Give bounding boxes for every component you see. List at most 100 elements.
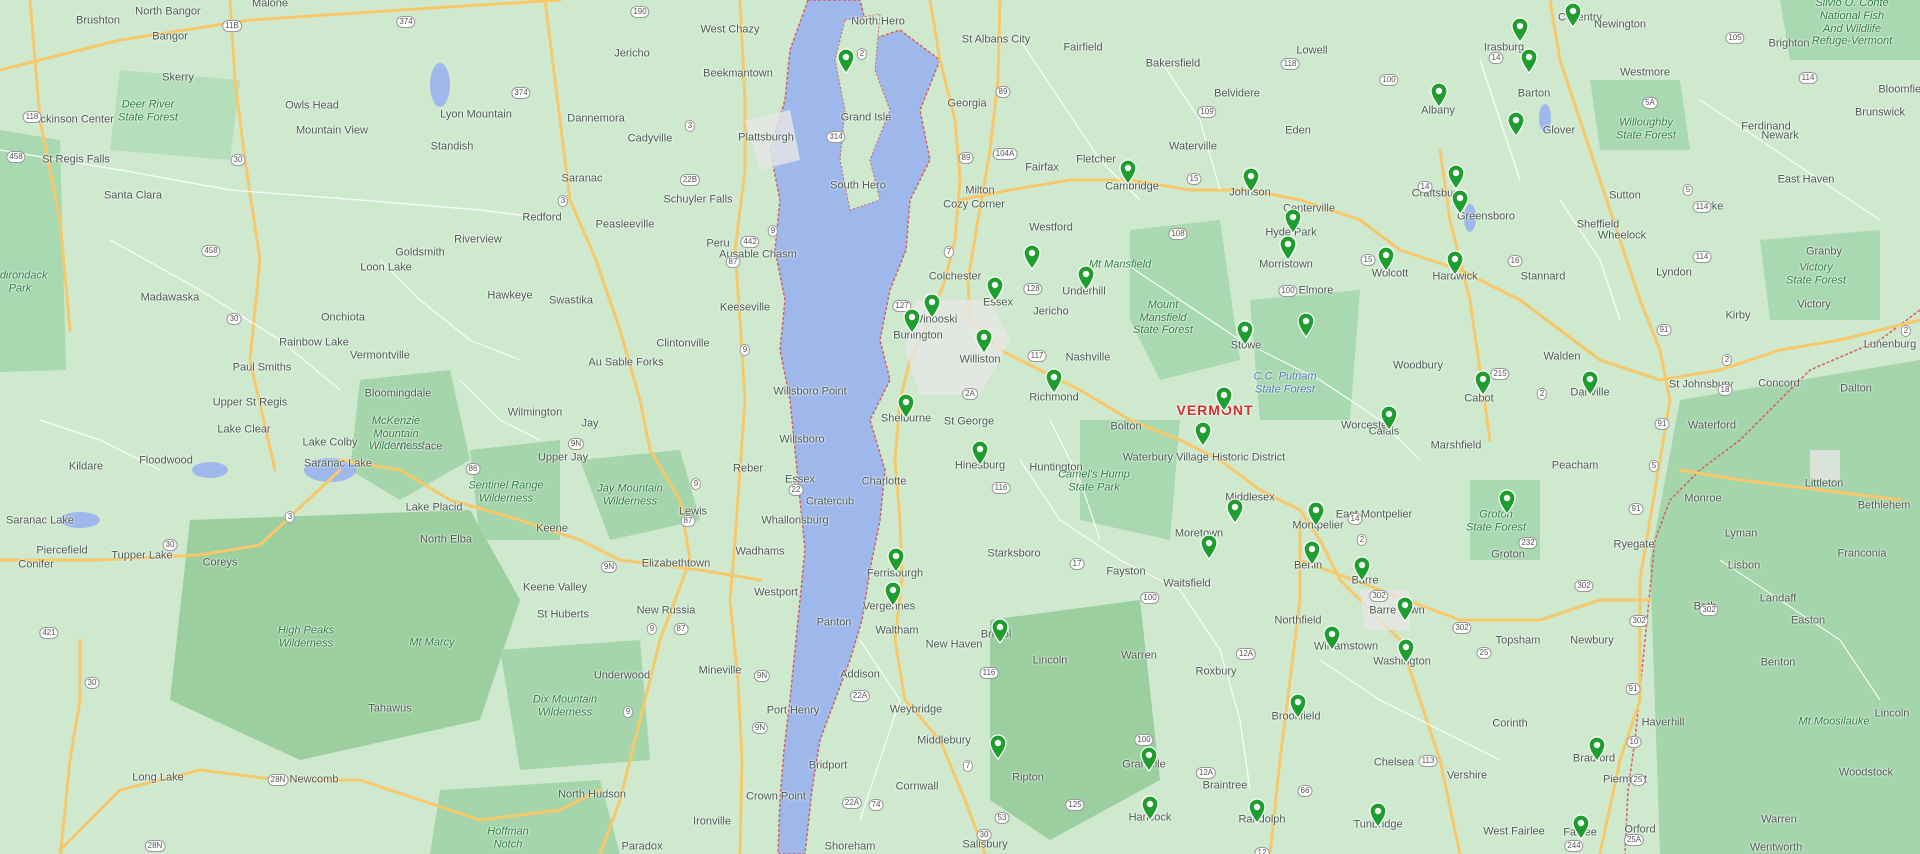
- route-shield[interactable]: 28N: [144, 840, 166, 852]
- location-pin-icon[interactable]: [1446, 250, 1464, 276]
- town-label[interactable]: Whallonsburg: [761, 515, 828, 527]
- town-label[interactable]: Jericho: [1033, 306, 1068, 318]
- town-label[interactable]: South Hero: [830, 180, 886, 192]
- location-pin-icon[interactable]: [1242, 167, 1260, 193]
- town-label[interactable]: Woodstock: [1839, 767, 1893, 779]
- town-label[interactable]: St Albans City: [962, 34, 1030, 46]
- town-label[interactable]: Bloomingdale: [365, 388, 432, 400]
- town-label[interactable]: Mineville: [699, 665, 742, 677]
- town-label[interactable]: Elmore: [1299, 285, 1334, 297]
- route-shield[interactable]: 100: [1140, 592, 1160, 604]
- town-label[interactable]: Fairfield: [1063, 42, 1102, 54]
- route-shield[interactable]: 66: [1297, 785, 1313, 797]
- town-label[interactable]: Lyon Mountain: [440, 109, 512, 121]
- map-canvas[interactable]: Brushton North Bangor Malone Bangor Skerry Ow…: [0, 0, 1920, 854]
- town-label[interactable]: Westmore: [1620, 67, 1670, 79]
- route-shield[interactable]: 91: [1656, 324, 1672, 336]
- town-label[interactable]: Cadyville: [628, 133, 673, 145]
- town-label[interactable]: Lincoln: [1033, 655, 1068, 667]
- town-label[interactable]: Paul Smiths: [233, 362, 292, 374]
- town-label[interactable]: Eden: [1285, 125, 1311, 137]
- route-shield[interactable]: 18: [1717, 384, 1733, 396]
- route-shield[interactable]: 117: [1027, 350, 1047, 362]
- town-label[interactable]: Lisbon: [1728, 560, 1760, 572]
- town-label[interactable]: Owls Head: [285, 100, 339, 112]
- town-label[interactable]: Lake Placid: [406, 502, 463, 514]
- town-label[interactable]: Vermontville: [350, 350, 410, 362]
- town-label[interactable]: Richmond: [1029, 392, 1079, 404]
- town-label[interactable]: Middlebury: [917, 735, 971, 747]
- town-label[interactable]: Jay: [581, 418, 598, 430]
- route-shield[interactable]: 114: [1692, 201, 1712, 213]
- town-label[interactable]: Wilmington: [508, 407, 562, 419]
- town-label[interactable]: Bridport: [809, 760, 848, 772]
- town-label[interactable]: Georgia: [947, 98, 986, 110]
- location-pin-icon[interactable]: [1507, 111, 1525, 137]
- town-label[interactable]: Beekmantown: [703, 68, 773, 80]
- town-label[interactable]: Williston: [960, 354, 1001, 366]
- route-shield[interactable]: 302: [1699, 604, 1719, 616]
- town-label[interactable]: Willsboro: [779, 434, 824, 446]
- town-label[interactable]: Westford: [1029, 222, 1073, 234]
- town-label[interactable]: Goldsmith: [395, 247, 445, 259]
- town-label[interactable]: Newbury: [1570, 635, 1613, 647]
- town-label[interactable]: St George: [944, 416, 994, 428]
- route-shield[interactable]: 28N: [267, 774, 289, 786]
- town-label[interactable]: Saranac: [562, 173, 603, 185]
- town-label[interactable]: St Regis Falls: [42, 154, 110, 166]
- town-label[interactable]: Standish: [431, 141, 474, 153]
- town-label[interactable]: Lyndon: [1656, 267, 1692, 279]
- town-label[interactable]: Keeseville: [720, 302, 770, 314]
- route-shield[interactable]: 9N: [753, 670, 771, 682]
- location-pin-icon[interactable]: [1248, 798, 1266, 824]
- town-label[interactable]: Corinth: [1492, 718, 1527, 730]
- town-label[interactable]: Warren: [1761, 814, 1797, 826]
- town-label[interactable]: Lake Colby: [302, 437, 357, 449]
- route-shield[interactable]: 91: [1625, 683, 1641, 695]
- town-label[interactable]: Skerry: [162, 72, 194, 84]
- town-label[interactable]: Walden: [1544, 351, 1581, 363]
- location-pin-icon[interactable]: [1397, 638, 1415, 664]
- town-label[interactable]: Glover: [1543, 125, 1575, 137]
- town-label[interactable]: Concord: [1758, 378, 1800, 390]
- town-label[interactable]: Ripton: [1012, 772, 1044, 784]
- location-pin-icon[interactable]: [1297, 312, 1315, 338]
- town-label[interactable]: Franconia: [1838, 548, 1887, 560]
- town-label[interactable]: Irasburg: [1484, 42, 1524, 54]
- town-label[interactable]: Morristown: [1259, 259, 1313, 271]
- town-label[interactable]: Keene Valley: [523, 582, 587, 594]
- town-label[interactable]: Rainbow Lake: [279, 337, 349, 349]
- town-label[interactable]: Clintonville: [656, 338, 709, 350]
- route-shield[interactable]: 74: [868, 799, 884, 811]
- town-label[interactable]: Barton: [1518, 88, 1550, 100]
- route-shield[interactable]: 9N: [751, 722, 769, 734]
- location-pin-icon[interactable]: [1511, 17, 1529, 43]
- location-pin-icon[interactable]: [1588, 736, 1606, 762]
- town-label[interactable]: Ferdinand: [1741, 121, 1791, 133]
- route-shield[interactable]: 14: [1417, 181, 1433, 193]
- location-pin-icon[interactable]: [1430, 82, 1448, 108]
- location-pin-icon[interactable]: [1289, 693, 1307, 719]
- route-shield[interactable]: 15: [1360, 254, 1376, 266]
- location-pin-icon[interactable]: [1380, 405, 1398, 431]
- town-label[interactable]: Piercefield: [36, 545, 87, 557]
- town-label[interactable]: Charlotte: [862, 476, 907, 488]
- route-shield[interactable]: 118: [1280, 58, 1300, 70]
- town-label[interactable]: Cornwall: [896, 781, 939, 793]
- town-label[interactable]: St Huberts: [537, 609, 589, 621]
- town-label[interactable]: Weybridge: [890, 704, 942, 716]
- town-label[interactable]: Vershire: [1447, 770, 1487, 782]
- route-shield[interactable]: 87: [673, 623, 689, 635]
- route-shield[interactable]: 15: [1186, 173, 1202, 185]
- park-label[interactable]: High Peaks Wilderness: [278, 624, 334, 649]
- location-pin-icon[interactable]: [897, 393, 915, 419]
- town-label[interactable]: Lunenburg: [1864, 339, 1917, 351]
- town-label[interactable]: Dannemora: [567, 113, 624, 125]
- town-label[interactable]: Landaff: [1760, 593, 1797, 605]
- town-label[interactable]: Westport: [754, 587, 798, 599]
- town-label[interactable]: Grand Isle: [841, 112, 892, 124]
- town-label[interactable]: Groton: [1491, 549, 1525, 561]
- route-shield[interactable]: 100: [1278, 285, 1298, 297]
- location-pin-icon[interactable]: [887, 547, 905, 573]
- route-shield[interactable]: 87: [680, 515, 696, 527]
